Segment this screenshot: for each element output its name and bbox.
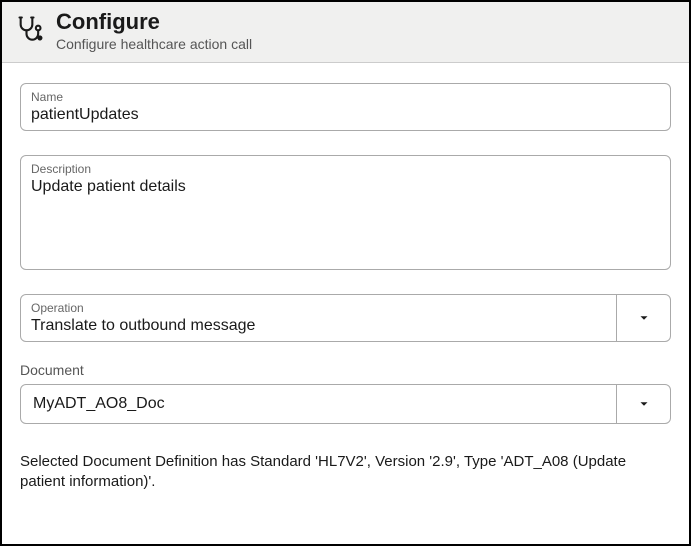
operation-value: Translate to outbound message — [31, 317, 606, 335]
name-input[interactable] — [31, 106, 660, 124]
document-info-text: Selected Document Definition has Standar… — [20, 452, 671, 493]
operation-label: Operation — [31, 301, 606, 315]
chevron-down-icon — [637, 397, 651, 411]
stethoscope-icon — [16, 14, 44, 42]
chevron-down-icon — [637, 311, 651, 325]
page-header: Configure Configure healthcare action ca… — [2, 2, 689, 63]
description-input[interactable] — [31, 178, 660, 258]
description-label: Description — [31, 162, 660, 176]
document-label: Document — [20, 362, 671, 378]
name-field-group[interactable]: Name — [20, 83, 671, 131]
description-field-group[interactable]: Description — [20, 155, 671, 270]
name-label: Name — [31, 90, 660, 104]
document-select[interactable]: MyADT_AO8_Doc — [20, 384, 671, 424]
page-title: Configure — [56, 10, 252, 34]
page-subtitle: Configure healthcare action call — [56, 36, 252, 52]
form-body: Name Description Operation Translate to … — [2, 63, 689, 505]
document-dropdown-button[interactable] — [616, 385, 670, 423]
document-value: MyADT_AO8_Doc — [21, 385, 616, 423]
operation-dropdown-button[interactable] — [616, 295, 670, 341]
operation-select[interactable]: Operation Translate to outbound message — [20, 294, 671, 342]
